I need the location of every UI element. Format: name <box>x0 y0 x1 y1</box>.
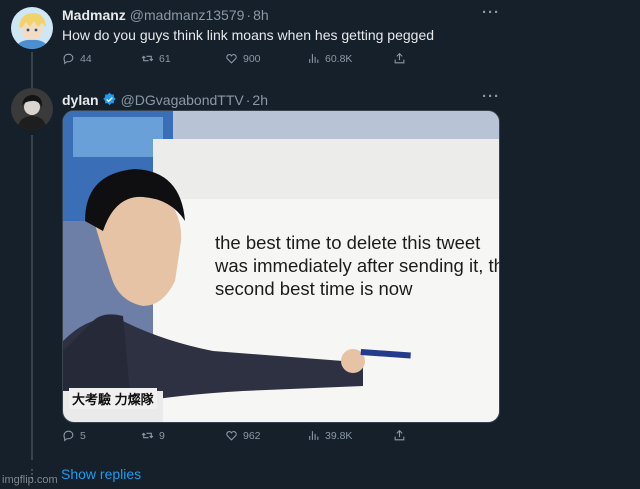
separator-dot: · <box>246 7 252 23</box>
views-icon <box>309 431 319 440</box>
views-icon <box>309 54 319 63</box>
retweet-icon <box>141 55 154 62</box>
user-handle[interactable]: @DGvagabondTTV <box>121 92 244 108</box>
tweet-1[interactable]: Madmanz @madmanz13579 · 8h ··· How do yo… <box>0 0 640 92</box>
views-count: 39.8K <box>325 429 353 442</box>
user-handle[interactable]: @madmanz13579 <box>130 7 245 23</box>
like-button[interactable]: 900 <box>225 52 261 65</box>
more-icon[interactable]: ··· <box>482 4 500 21</box>
tweet-time[interactable]: 2h <box>252 92 268 108</box>
retweet-count: 61 <box>159 52 171 65</box>
reply-icon <box>63 53 74 65</box>
avatar-madmanz[interactable] <box>11 7 53 49</box>
separator-dot: · <box>245 92 251 108</box>
reply-button[interactable]: 44 <box>62 52 92 65</box>
views-count: 60.8K <box>325 52 353 65</box>
tweet-2-header: dylan @DGvagabondTTV · 2h <box>62 90 268 108</box>
tweet-text: How do you guys think link moans when he… <box>62 27 435 43</box>
tv-banner-text: 大考驗 力燦隊 <box>69 388 157 409</box>
views-button[interactable]: 60.8K <box>307 52 352 65</box>
tweet-1-actions: 44 61 900 60.8K <box>62 52 414 68</box>
reply-count: 5 <box>80 429 86 442</box>
more-icon[interactable]: ··· <box>482 88 500 105</box>
share-icon <box>394 52 405 64</box>
reply-button[interactable]: 5 <box>62 429 86 442</box>
reply-icon <box>63 430 74 442</box>
tweet-1-header: Madmanz @madmanz13579 · 8h <box>62 7 269 23</box>
display-name[interactable]: dylan <box>62 92 99 108</box>
tweet-media-image[interactable]: the best time to delete this tweet was i… <box>62 110 500 423</box>
views-button[interactable]: 39.8K <box>307 429 352 442</box>
share-button[interactable] <box>393 429 411 442</box>
tweet-2[interactable]: dylan @DGvagabondTTV · 2h ··· the best t… <box>0 85 640 489</box>
like-button[interactable]: 962 <box>225 429 261 442</box>
tweet-time[interactable]: 8h <box>253 7 269 23</box>
imgflip-watermark: imgflip.com <box>2 474 58 486</box>
retweet-count: 9 <box>159 429 165 442</box>
reply-count: 44 <box>80 52 92 65</box>
like-count: 900 <box>243 52 261 65</box>
share-icon <box>394 429 405 441</box>
tweet-thread: Madmanz @madmanz13579 · 8h ··· How do yo… <box>0 0 640 489</box>
like-icon <box>226 431 237 441</box>
like-icon <box>226 54 237 64</box>
share-button[interactable] <box>393 52 411 65</box>
meme-caption: the best time to delete this tweet was i… <box>215 232 500 300</box>
like-count: 962 <box>243 429 261 442</box>
tweet-2-actions: 5 9 962 39.8K <box>62 429 414 445</box>
retweet-button[interactable]: 9 <box>141 429 165 442</box>
thread-connector <box>31 135 33 460</box>
verified-icon <box>102 92 117 107</box>
show-replies-link[interactable]: Show replies <box>61 466 141 482</box>
retweet-icon <box>141 432 154 439</box>
avatar-dylan[interactable] <box>11 88 53 130</box>
retweet-button[interactable]: 61 <box>141 52 171 65</box>
display-name[interactable]: Madmanz <box>62 7 126 23</box>
